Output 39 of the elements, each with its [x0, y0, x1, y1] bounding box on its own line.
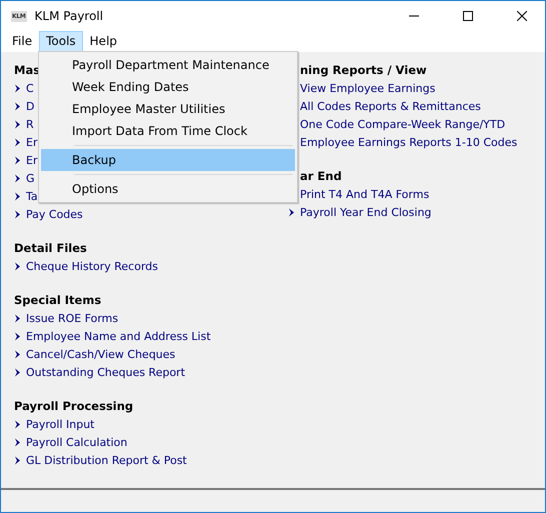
menu-link[interactable]: Employee Earnings Reports 1-10 Codes [300, 136, 518, 148]
menu-link[interactable]: One Code Compare-Week Range/YTD [300, 118, 506, 130]
menu-link[interactable]: Cheque History Records [26, 260, 158, 272]
menu-link[interactable]: Issue ROE Forms [26, 312, 118, 324]
menu-link[interactable]: Ta [26, 190, 38, 202]
close-icon [517, 11, 527, 21]
menu-item[interactable]: Import Data From Time Clock [41, 120, 295, 142]
menu-bar-item[interactable]: Tools [39, 31, 83, 52]
menu-link[interactable]: D [26, 100, 34, 112]
menu-link[interactable]: Cancel/Cash/View Cheques [26, 348, 176, 360]
section-heading: ar End [299, 168, 342, 185]
menu-bar-item[interactable]: File [5, 31, 40, 52]
menu-item[interactable]: Payroll Department Maintenance [41, 54, 295, 76]
menu-item[interactable]: Options [41, 178, 295, 200]
menu-item[interactable]: Backup [41, 149, 295, 171]
window-title: KLM Payroll [34, 9, 104, 23]
menu-link[interactable]: GL Distribution Report & Post [26, 454, 187, 466]
maximize-icon [463, 11, 473, 21]
menu-bar-item[interactable]: Help [82, 31, 124, 52]
menu-link[interactable]: C [26, 82, 34, 94]
menu-link[interactable]: Payroll Year End Closing [300, 206, 432, 218]
menu-item[interactable]: Employee Master Utilities [41, 98, 295, 120]
menu-link[interactable]: All Codes Reports & Remittances [300, 100, 481, 112]
section-heading: Detail Files [14, 240, 87, 257]
menu-link[interactable]: Print T4 And T4A Forms [300, 188, 430, 200]
menu-link[interactable]: Er [26, 136, 38, 148]
menu-link[interactable]: G [26, 172, 35, 184]
section-heading: Special Items [14, 292, 102, 309]
section-heading: Payroll Processing [14, 398, 134, 415]
menu-link[interactable]: Er [26, 154, 38, 166]
menu-link[interactable]: View Employee Earnings [300, 82, 436, 94]
menu-link[interactable]: Payroll Calculation [26, 436, 128, 448]
menu-link[interactable]: Payroll Input [26, 418, 94, 430]
section-heading: ning Reports / View [299, 62, 427, 79]
menu-link[interactable]: Outstanding Cheques Report [26, 366, 186, 378]
menu-item[interactable]: Week Ending Dates [41, 76, 295, 98]
menu-link[interactable]: R [26, 118, 34, 130]
menu-link[interactable]: Employee Name and Address List [26, 330, 211, 342]
menu-link[interactable]: Pay Codes [26, 208, 83, 220]
